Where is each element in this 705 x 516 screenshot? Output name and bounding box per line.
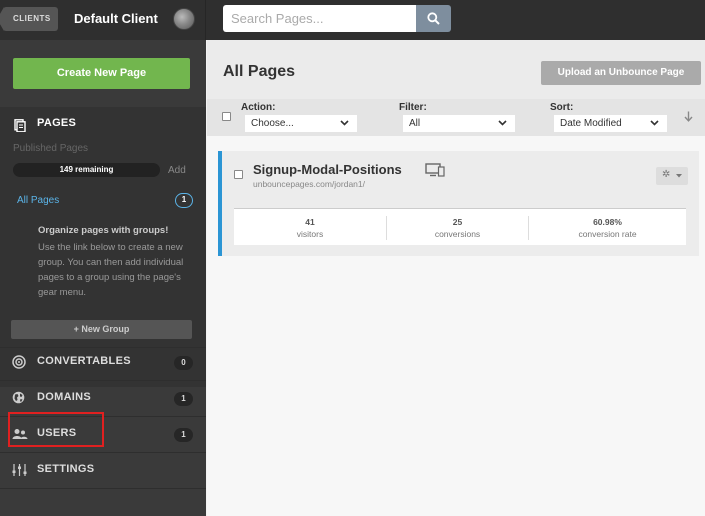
filter-select-value: All	[409, 118, 421, 129]
avatar[interactable]	[173, 8, 195, 30]
page-gear-button[interactable]: ✲	[656, 167, 688, 185]
sidebar-item-label: DOMAINS	[37, 391, 92, 403]
highlight-box	[8, 412, 104, 447]
chevron-down-icon	[676, 174, 682, 178]
divider	[0, 488, 206, 489]
chevron-down-icon	[498, 120, 507, 126]
page-title: All Pages	[223, 63, 296, 80]
stat-value: 41	[305, 217, 315, 227]
sidebar-item-convertables[interactable]: CONVERTABLES 0	[0, 344, 206, 380]
filter-bar: Action: Choose... Filter: All Sort: Date…	[207, 99, 705, 136]
page-url[interactable]: unbouncepages.com/jordan1/	[253, 179, 365, 189]
action-select[interactable]: Choose...	[245, 115, 357, 132]
page-stats: 41 visitors 25 conversions 60.98% conver…	[234, 208, 686, 245]
stat-label: visitors	[296, 229, 324, 239]
chevron-down-icon	[340, 120, 349, 126]
client-switcher: CLIENTS Default Client	[0, 0, 206, 40]
sort-direction-icon[interactable]	[684, 111, 693, 122]
count-badge: 1	[174, 392, 193, 406]
stat-conversion-rate: 60.98% conversion rate	[529, 209, 686, 246]
count-badge: 0	[174, 356, 193, 370]
sort-label: Sort:	[550, 102, 574, 113]
sidebar-item-all-pages[interactable]: All Pages	[17, 195, 59, 206]
sort-select-value: Date Modified	[560, 118, 622, 129]
organize-title: Organize pages with groups!	[38, 225, 169, 236]
stat-visitors: 41 visitors	[234, 209, 386, 246]
add-link[interactable]: Add	[168, 165, 186, 176]
page-name[interactable]: Signup-Modal-Positions	[253, 162, 402, 177]
page-checkbox[interactable]	[234, 170, 243, 179]
stat-label: conversions	[434, 229, 481, 239]
pages-title: PAGES	[37, 117, 77, 129]
select-all-checkbox[interactable]	[222, 112, 231, 121]
gear-icon: ✲	[662, 169, 671, 180]
organize-body: Use the link below to create a new group…	[38, 242, 184, 298]
clients-button[interactable]: CLIENTS	[0, 7, 58, 31]
chevron-down-icon	[650, 120, 659, 126]
search-icon	[427, 12, 440, 25]
action-label: Action:	[241, 102, 276, 113]
filter-label: Filter:	[399, 102, 427, 113]
action-select-value: Choose...	[251, 118, 294, 129]
target-icon	[12, 355, 26, 369]
stat-value: 25	[452, 217, 463, 227]
sidebar-item-settings[interactable]: SETTINGS	[0, 452, 206, 488]
client-name: Default Client	[74, 11, 158, 26]
top-bar: CLIENTS Default Client	[0, 0, 705, 40]
remaining-bar: 149 remaining	[13, 163, 160, 177]
main-header: All Pages Upload an Unbounce Page	[207, 40, 705, 99]
main-content: All Pages Upload an Unbounce Page Action…	[207, 40, 705, 516]
sliders-icon	[12, 464, 27, 476]
sidebar-item-label: SETTINGS	[37, 463, 95, 475]
published-pages-label: Published Pages	[13, 143, 89, 154]
new-group-button[interactable]: + New Group	[11, 320, 192, 339]
upload-page-button[interactable]: Upload an Unbounce Page	[541, 61, 701, 85]
stat-value: 60.98%	[593, 217, 622, 227]
pages-icon	[14, 119, 26, 132]
globe-icon	[12, 391, 25, 404]
all-pages-count-badge: 1	[175, 193, 193, 208]
search-button[interactable]	[416, 5, 451, 32]
create-new-page-button[interactable]: Create New Page	[13, 58, 190, 89]
count-badge: 1	[174, 428, 193, 442]
desktop-mobile-icon	[425, 163, 445, 177]
page-row[interactable]: Signup-Modal-Positions unbouncepages.com…	[218, 151, 699, 256]
filter-select[interactable]: All	[403, 115, 515, 132]
sort-select[interactable]: Date Modified	[554, 115, 667, 132]
stat-label: conversion rate	[578, 229, 637, 239]
search-input[interactable]	[223, 5, 416, 32]
sidebar-item-label: CONVERTABLES	[37, 355, 131, 367]
sidebar-item-domains[interactable]: DOMAINS 1	[0, 380, 206, 416]
stat-conversions: 25 conversions	[387, 209, 528, 246]
